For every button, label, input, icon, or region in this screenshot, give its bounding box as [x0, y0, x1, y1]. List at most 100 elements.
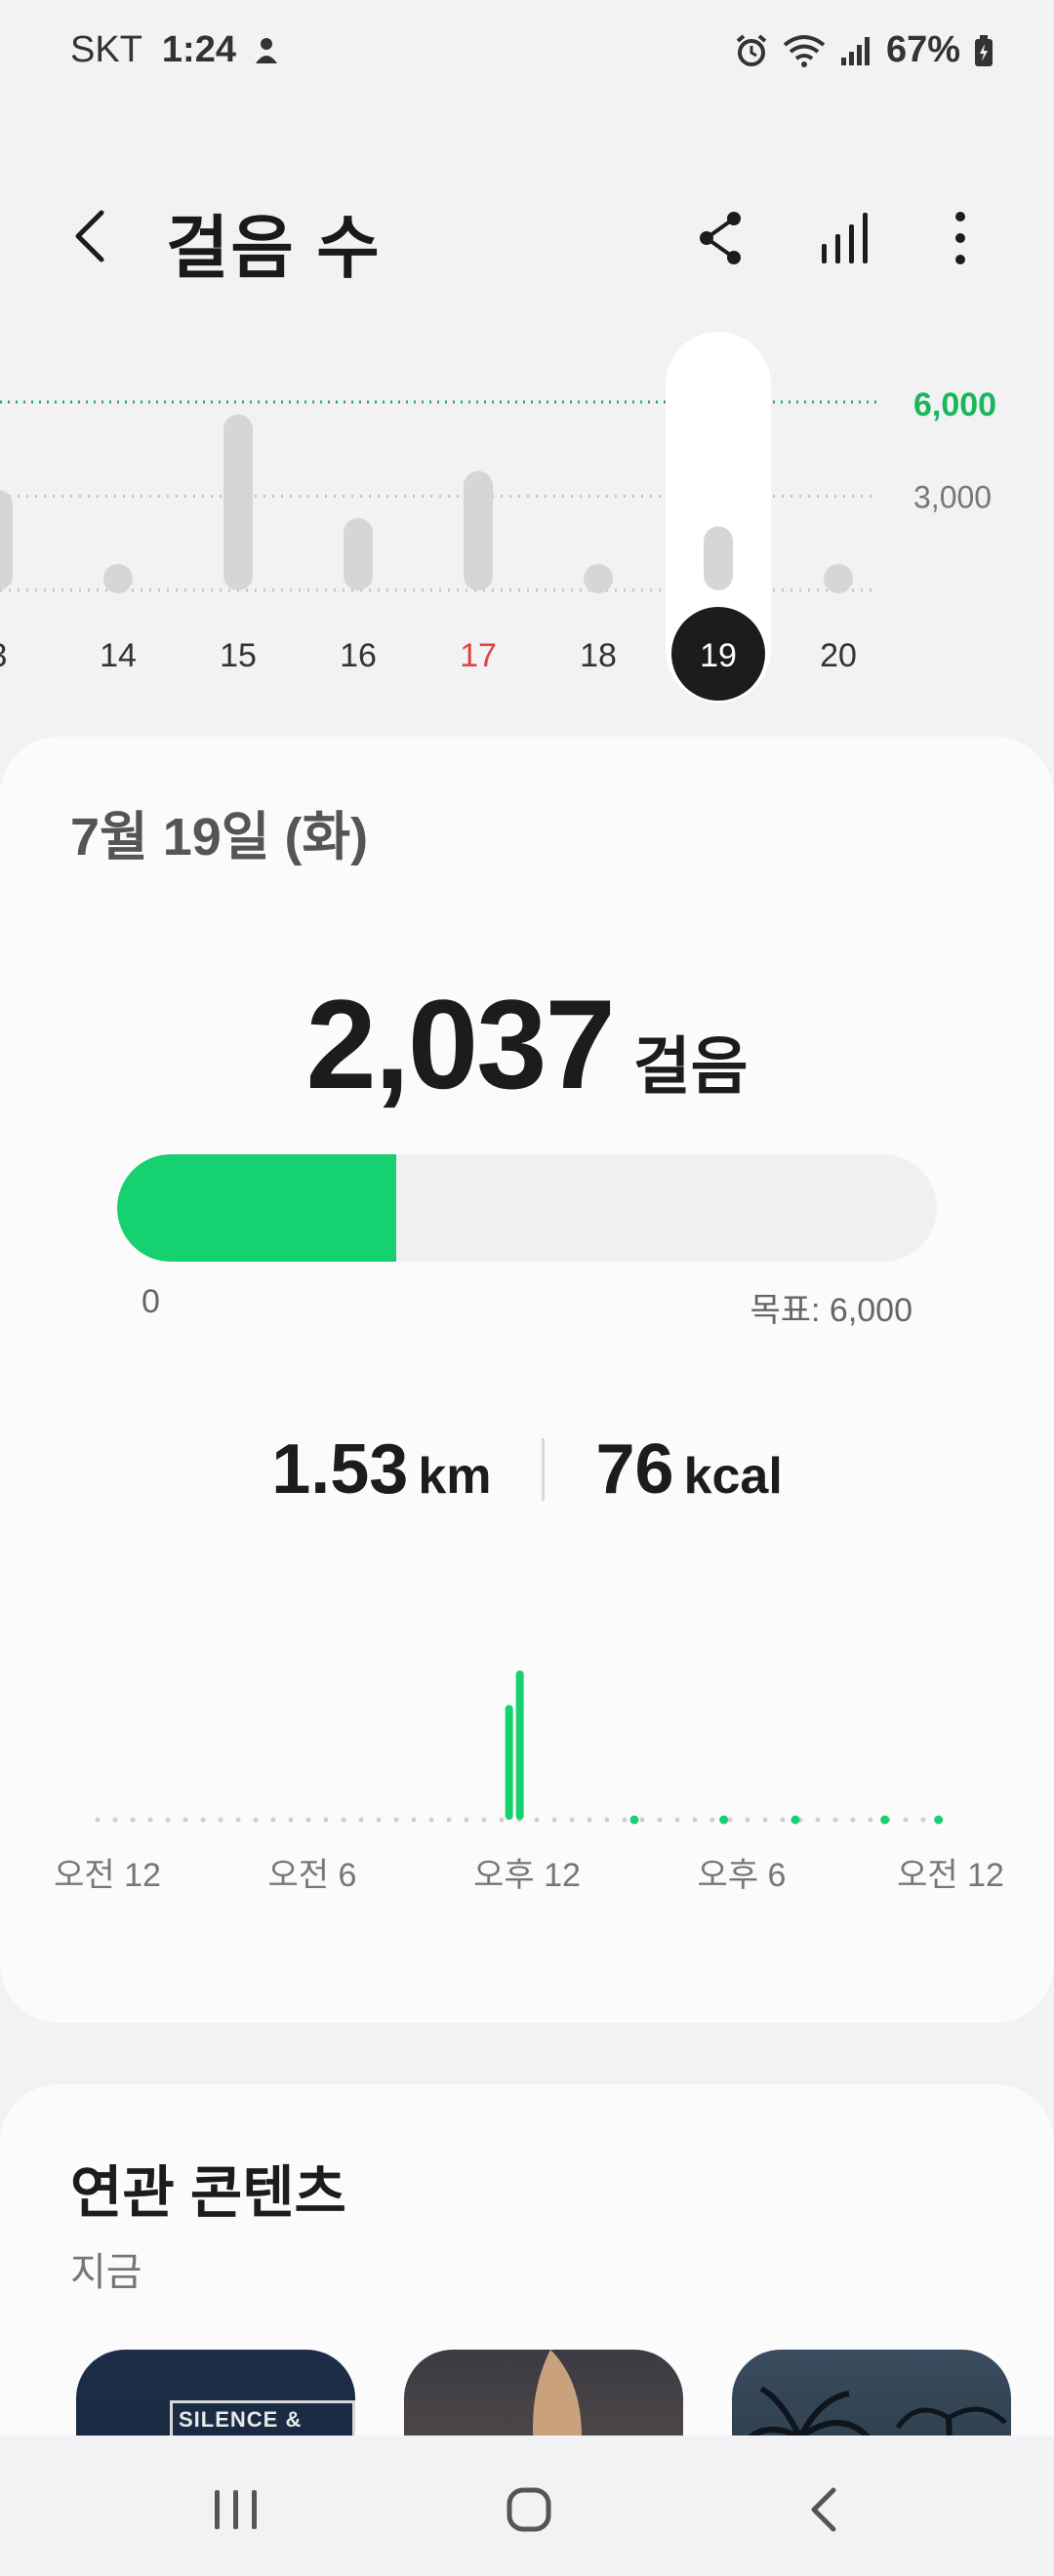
- recent-apps-button[interactable]: [197, 2471, 275, 2549]
- related-subtitle: 지금: [70, 2251, 142, 2294]
- baseline-dot: [411, 1817, 417, 1823]
- baseline-dot: [341, 1817, 346, 1823]
- hourly-steps-chart[interactable]: 오전 12 오전 6 오후 12 오후 6 오전 12: [0, 1644, 1054, 1937]
- steps-total: 2,037 걸음: [0, 971, 1054, 1117]
- related-title: 연관 콘텐츠: [70, 2161, 346, 2225]
- status-left: SKT 1:24: [70, 29, 283, 71]
- baseline-dot: [551, 1817, 557, 1823]
- baseline-dot: [288, 1817, 294, 1823]
- baseline-dot: [692, 1817, 698, 1823]
- carrier-label: SKT: [70, 29, 142, 70]
- baseline-dot: [868, 1817, 873, 1823]
- baseline-dot: [674, 1817, 680, 1823]
- baseline-dot: [815, 1817, 821, 1823]
- baseline-dot: [323, 1817, 329, 1823]
- baseline-dot: [780, 1817, 786, 1823]
- day-label[interactable]: 14: [100, 637, 137, 674]
- distance-unit: km: [418, 1448, 492, 1505]
- baseline-dot: [481, 1817, 487, 1823]
- baseline-dot: [499, 1817, 505, 1823]
- baseline-dot: [657, 1817, 663, 1823]
- steps-unit: 걸음: [632, 1031, 749, 1102]
- distance-value: 1.53: [271, 1430, 409, 1509]
- trends-button[interactable]: [808, 201, 882, 275]
- back-button[interactable]: [55, 197, 133, 275]
- stats-divider: [542, 1438, 546, 1501]
- baseline-dot: [270, 1817, 276, 1823]
- baseline-dot: [569, 1817, 575, 1823]
- day-label[interactable]: 19: [700, 637, 737, 674]
- baseline-dot: [622, 1817, 628, 1823]
- baseline-dot: [762, 1817, 768, 1823]
- baseline-dot: [709, 1817, 715, 1823]
- calories-unit: kcal: [683, 1448, 783, 1505]
- goal-progress-fill: [117, 1154, 396, 1262]
- day-label[interactable]: 3: [0, 637, 7, 674]
- weekly-steps-chart[interactable]: 6,000 3,000 3 14 15 16 17 18 19 20: [0, 332, 1054, 722]
- day-bar[interactable]: [103, 564, 133, 593]
- day-label[interactable]: 20: [820, 637, 857, 674]
- page-title: 걸음 수: [166, 210, 382, 286]
- app-screen: SKT 1:24 67% 걸음 수 6,000 3,000 14 15 16 1…: [0, 0, 1054, 2576]
- day-label[interactable]: 15: [220, 637, 257, 674]
- hour-bar: [629, 1815, 639, 1825]
- more-options-button[interactable]: [923, 201, 997, 275]
- baseline-dot: [745, 1817, 750, 1823]
- day-label[interactable]: 18: [580, 637, 617, 674]
- goal-progress-bar: [117, 1154, 937, 1262]
- baseline-dot: [446, 1817, 452, 1823]
- baseline-dot: [587, 1817, 592, 1823]
- battery-icon: [975, 34, 993, 66]
- baseline-dot: [428, 1817, 434, 1823]
- baseline-dot: [604, 1817, 610, 1823]
- day-label[interactable]: 16: [340, 637, 377, 674]
- baseline-dot: [165, 1817, 171, 1823]
- home-button[interactable]: [490, 2471, 568, 2549]
- baseline-dot: [534, 1817, 540, 1823]
- progress-min-label: 0: [142, 1283, 160, 1320]
- day-summary-card: 7월 19일 (화) 2,037 걸음 0 목표: 6,000 1.53 km 7…: [0, 737, 1054, 2023]
- baseline-dot: [358, 1817, 364, 1823]
- hour-bar: [719, 1815, 729, 1825]
- status-right: 67%: [734, 29, 993, 71]
- day-bar[interactable]: [704, 526, 733, 590]
- nav-back-button[interactable]: [787, 2471, 865, 2549]
- goal-label: 목표: 6,000: [750, 1292, 912, 1329]
- hour-bar: [505, 1705, 513, 1820]
- baseline-dot: [639, 1817, 645, 1823]
- day-bar[interactable]: [344, 518, 373, 590]
- navigation-bar: [0, 2435, 1054, 2576]
- hour-axis-label: 오전 6: [268, 1857, 357, 1894]
- app-header: 걸음 수: [0, 176, 1054, 293]
- baseline-dot: [253, 1817, 259, 1823]
- baseline-dot: [95, 1817, 101, 1823]
- hour-bar: [515, 1670, 524, 1820]
- baseline-dot: [850, 1817, 856, 1823]
- baseline-dot: [235, 1817, 241, 1823]
- day-bar[interactable]: [824, 564, 853, 593]
- baseline-dot: [903, 1817, 909, 1823]
- baseline-dot: [147, 1817, 153, 1823]
- hour-axis-label: 오후 6: [698, 1857, 787, 1894]
- alarm-icon: [736, 33, 767, 66]
- mid-axis-label: 3,000: [913, 480, 992, 515]
- steps-value: 2,037: [305, 973, 615, 1115]
- baseline-dot: [393, 1817, 399, 1823]
- hand-wash-icon: [255, 37, 277, 63]
- signal-icon: [840, 36, 870, 65]
- baseline-dot: [920, 1817, 926, 1823]
- hour-bar: [880, 1815, 890, 1825]
- day-bar[interactable]: [0, 490, 13, 590]
- day-bar[interactable]: [584, 564, 613, 593]
- selected-date: 7월 19일 (화): [70, 808, 369, 866]
- day-bar[interactable]: [464, 470, 493, 590]
- share-button[interactable]: [683, 201, 757, 275]
- hour-axis-label: 오후 12: [473, 1857, 581, 1894]
- stats-row: 1.53 km 76 kcal: [0, 1429, 1054, 1509]
- baseline-dot: [200, 1817, 206, 1823]
- day-label[interactable]: 17: [460, 637, 497, 674]
- battery-percent: 67%: [885, 29, 960, 70]
- clock: 1:24: [161, 29, 236, 70]
- day-bar[interactable]: [223, 414, 253, 590]
- baseline-dot: [112, 1817, 118, 1823]
